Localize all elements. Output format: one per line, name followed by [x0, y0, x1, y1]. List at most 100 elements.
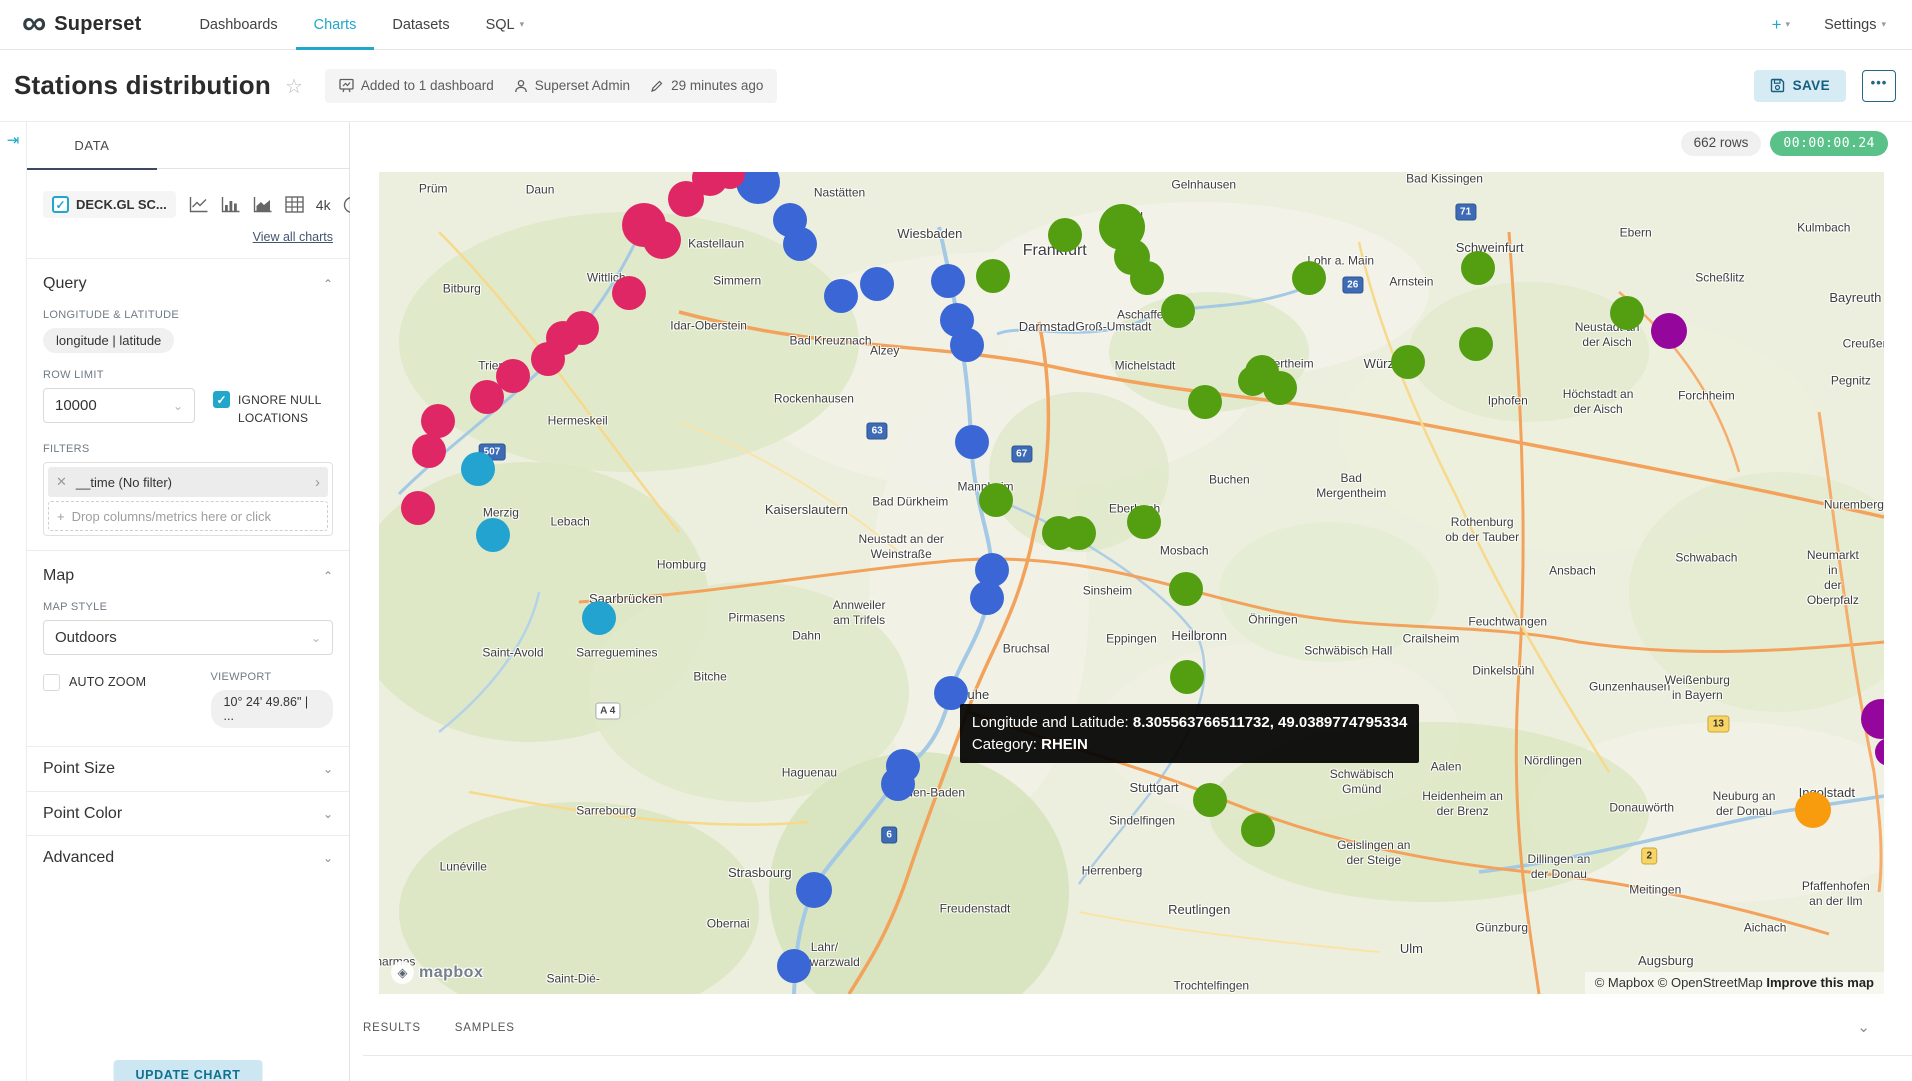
map-city-label: Annweiler am Trifels — [833, 598, 886, 628]
map-point-green[interactable] — [1127, 505, 1161, 539]
map-point-blue[interactable] — [950, 328, 984, 362]
settings-menu[interactable]: Settings ▾ — [1824, 17, 1886, 33]
map-city-label: Pfaffenhofen an der Ilm — [1802, 879, 1870, 909]
map-city-label: Günzburg — [1475, 921, 1528, 936]
map-point-blue[interactable] — [796, 872, 832, 908]
map-point-green[interactable] — [1048, 218, 1082, 252]
filter-drop-zone[interactable]: + Drop columns/metrics here or click — [48, 501, 328, 531]
ignore-null-checkbox[interactable]: ✓ — [213, 391, 230, 408]
map-point-pink[interactable] — [421, 404, 455, 438]
map-point-green[interactable] — [1169, 572, 1203, 606]
map-point-green[interactable] — [1238, 366, 1268, 396]
map-point-pink[interactable] — [643, 221, 681, 259]
map-point-green[interactable] — [1292, 261, 1326, 295]
tab-data[interactable]: DATA — [27, 122, 157, 169]
view-all-charts-link[interactable]: View all charts — [43, 230, 333, 244]
section-advanced[interactable]: Advanced⌄ — [27, 835, 349, 879]
last-modified-badge[interactable]: 29 minutes ago — [650, 78, 763, 93]
bar-chart-icon[interactable] — [221, 196, 241, 213]
map-point-blue[interactable] — [955, 425, 989, 459]
more-options-button[interactable]: ••• — [1862, 70, 1896, 102]
map-point-green[interactable] — [1161, 294, 1195, 328]
map-point-pink[interactable] — [612, 276, 646, 310]
save-button[interactable]: SAVE — [1754, 70, 1846, 102]
section-point-color[interactable]: Point Color⌄ — [27, 791, 349, 835]
map-point-purple[interactable] — [1651, 313, 1687, 349]
map-point-green[interactable] — [976, 259, 1010, 293]
map-point-orange[interactable] — [1795, 792, 1831, 828]
dashboard-count-badge[interactable]: Added to 1 dashboard — [339, 78, 494, 93]
auto-zoom-checkbox[interactable]: ✓ — [43, 674, 60, 691]
map-style-select[interactable]: Outdoors ⌄ — [43, 620, 333, 655]
map-point-green[interactable] — [979, 483, 1013, 517]
map-point-blue[interactable] — [860, 267, 894, 301]
viz-type-chip[interactable]: ✓ DECK.GL SC... — [43, 191, 176, 218]
map-point-blue[interactable] — [970, 581, 1004, 615]
viz-selected-checkbox[interactable]: ✓ — [52, 196, 69, 213]
map-point-pink[interactable] — [470, 380, 504, 414]
nav-item-charts[interactable]: Charts — [296, 0, 375, 49]
map-point-green[interactable] — [1130, 261, 1164, 295]
map-point-green[interactable] — [1461, 251, 1495, 285]
owner-badge[interactable]: Superset Admin — [514, 78, 630, 93]
map-point-green[interactable] — [1062, 516, 1096, 550]
nav-item-dashboards[interactable]: Dashboards — [181, 0, 295, 49]
line-chart-icon[interactable] — [189, 196, 209, 213]
map-point-blue[interactable] — [783, 227, 817, 261]
map-section-header[interactable]: Map ⌃ — [43, 567, 333, 585]
map-point-green[interactable] — [1459, 327, 1493, 361]
nav-item-sql[interactable]: SQL▾ — [468, 0, 543, 49]
map-city-label: Idar-Oberstein — [670, 318, 747, 333]
area-chart-icon[interactable] — [253, 196, 273, 213]
new-menu[interactable]: + ▾ — [1772, 15, 1790, 35]
query-section-header[interactable]: Query ⌃ — [43, 275, 333, 293]
viz-more-count[interactable]: 4k — [316, 197, 331, 213]
map-point-green[interactable] — [1170, 660, 1204, 694]
map-point-cyan[interactable] — [476, 518, 510, 552]
osm-attribution-link[interactable]: © OpenStreetMap — [1658, 975, 1763, 990]
map-point-blue[interactable] — [824, 279, 858, 313]
map-style-label: MAP STYLE — [43, 601, 333, 613]
section-point-size[interactable]: Point Size⌄ — [27, 747, 349, 791]
dashboard-icon — [339, 78, 354, 93]
chevron-down-icon[interactable]: ⌄ — [1857, 1018, 1870, 1036]
map-point-green[interactable] — [1188, 385, 1222, 419]
map-point-pink[interactable] — [412, 434, 446, 468]
lonlat-value-pill[interactable]: longitude | latitude — [43, 328, 174, 353]
map-city-label: Eppingen — [1106, 631, 1157, 646]
map-point-pink[interactable] — [531, 342, 565, 376]
map-city-label: Wiesbaden — [897, 226, 962, 242]
map-point-blue[interactable] — [777, 949, 811, 983]
map-city-label: Daun — [526, 183, 555, 198]
expand-panel-icon[interactable]: ⇥ — [0, 131, 26, 149]
mapbox-attribution-link[interactable]: © Mapbox — [1595, 975, 1654, 990]
superset-brand[interactable]: ∞ Superset — [22, 0, 141, 49]
map-point-blue[interactable] — [881, 767, 915, 801]
results-tab-results[interactable]: RESULTS — [363, 1022, 421, 1034]
map-point-blue[interactable] — [931, 264, 965, 298]
nav-item-datasets[interactable]: Datasets — [374, 0, 467, 49]
map-city-label: Lebach — [550, 515, 589, 530]
map-point-green[interactable] — [1391, 345, 1425, 379]
map-point-green[interactable] — [1263, 371, 1297, 405]
row-limit-select[interactable]: 10000 ⌄ — [43, 388, 195, 423]
deckgl-map[interactable]: PrümDaunNastättenGelnhausenBad Kissingen… — [379, 172, 1884, 994]
map-point-cyan[interactable] — [582, 601, 616, 635]
map-point-cyan[interactable] — [461, 452, 495, 486]
update-chart-button[interactable]: UPDATE CHART — [114, 1060, 263, 1081]
map-point-pink[interactable] — [401, 491, 435, 525]
results-tab-samples[interactable]: SAMPLES — [455, 1022, 515, 1034]
row-limit-label: ROW LIMIT — [43, 369, 195, 381]
remove-filter-icon[interactable]: ✕ — [56, 474, 67, 490]
filter-chip-time[interactable]: ✕ __time (No filter) › — [48, 467, 328, 497]
panel-collapse-strip: ⇥ — [0, 122, 27, 1081]
map-point-green[interactable] — [1610, 296, 1644, 330]
favorite-star-icon[interactable]: ☆ — [285, 74, 303, 99]
map-point-green[interactable] — [1241, 813, 1275, 847]
mapbox-logo[interactable]: ◈ mapbox — [391, 961, 483, 984]
improve-map-link[interactable]: Improve this map — [1766, 975, 1874, 990]
map-city-label: Schwäbisch Hall — [1304, 644, 1392, 659]
map-point-green[interactable] — [1193, 783, 1227, 817]
table-icon[interactable] — [285, 196, 304, 213]
viewport-value-pill[interactable]: 10° 24' 49.86" | ... — [211, 690, 333, 728]
